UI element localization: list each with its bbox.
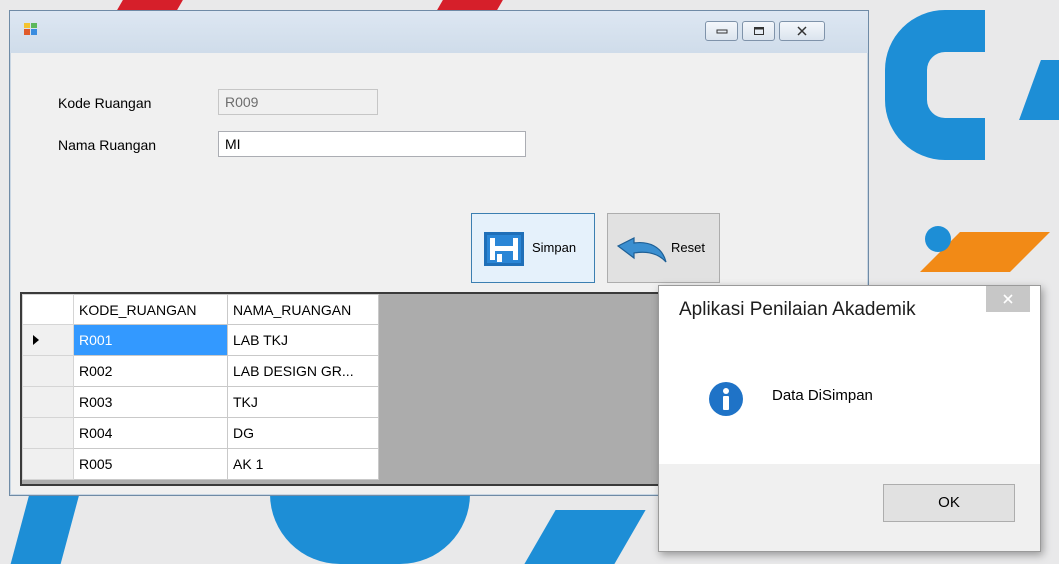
simpan-label: Simpan — [532, 240, 577, 255]
dialog-body: Data DiSimpan — [659, 330, 1040, 464]
row-header[interactable] — [22, 324, 74, 356]
cell-kode[interactable]: R005 — [73, 448, 228, 480]
cell-kode[interactable]: R004 — [73, 417, 228, 449]
undo-arrow-icon — [616, 237, 667, 263]
reset-label: Reset — [671, 240, 705, 255]
nama-ruangan-label: Nama Ruangan — [58, 137, 157, 153]
kode-ruangan-label: Kode Ruangan — [58, 95, 152, 111]
column-header-nama[interactable]: NAMA_RUANGAN — [227, 294, 379, 325]
background-blue-dot — [925, 226, 951, 252]
table-row[interactable]: R001 LAB TKJ — [22, 324, 379, 356]
ruangan-data-grid[interactable]: KODE_RUANGAN NAMA_RUANGAN R001 LAB TKJ R… — [20, 292, 688, 486]
grid-corner-header — [22, 294, 74, 325]
background-red-shape — [437, 0, 503, 10]
maximize-button[interactable] — [742, 21, 775, 41]
simpan-button[interactable]: Simpan — [471, 213, 595, 283]
nama-ruangan-field[interactable]: MI — [218, 131, 526, 157]
cell-kode[interactable]: R003 — [73, 386, 228, 418]
column-header-kode[interactable]: KODE_RUANGAN — [73, 294, 228, 325]
grid-header-row: KODE_RUANGAN NAMA_RUANGAN — [22, 294, 379, 325]
cell-nama[interactable]: AK 1 — [227, 448, 379, 480]
background-blue-arc — [885, 10, 985, 160]
message-dialog: Aplikasi Penilaian Akademik Data DiSimpa… — [658, 285, 1041, 552]
current-row-arrow-icon — [33, 335, 39, 345]
cell-nama[interactable]: LAB DESIGN GR... — [227, 355, 379, 387]
kode-ruangan-field[interactable]: R009 — [218, 89, 378, 115]
row-header[interactable] — [22, 355, 74, 387]
background-red-shape — [117, 0, 183, 10]
app-icon — [24, 23, 37, 35]
background-blue-shape — [270, 494, 470, 564]
row-header[interactable] — [22, 386, 74, 418]
background-blue-shape — [10, 494, 80, 564]
row-header[interactable] — [22, 448, 74, 480]
reset-button[interactable]: Reset — [607, 213, 720, 283]
window-titlebar[interactable] — [10, 11, 868, 53]
cell-kode[interactable]: R001 — [73, 324, 228, 356]
info-icon — [709, 382, 743, 416]
dialog-message: Data DiSimpan — [772, 387, 873, 404]
close-button[interactable] — [779, 21, 825, 41]
dialog-titlebar[interactable]: Aplikasi Penilaian Akademik — [659, 286, 1040, 330]
background-blue-shape — [1019, 60, 1059, 120]
minimize-button[interactable] — [705, 21, 738, 41]
table-row[interactable]: R004 DG — [22, 417, 379, 449]
cell-nama[interactable]: TKJ — [227, 386, 379, 418]
table-row[interactable]: R002 LAB DESIGN GR... — [22, 355, 379, 387]
minimize-icon — [716, 29, 727, 34]
dialog-footer: OK — [659, 464, 1040, 551]
ok-button[interactable]: OK — [883, 484, 1015, 522]
close-icon — [797, 26, 807, 36]
cell-nama[interactable]: LAB TKJ — [227, 324, 379, 356]
dialog-title: Aplikasi Penilaian Akademik — [679, 299, 916, 320]
row-header[interactable] — [22, 417, 74, 449]
save-icon — [484, 232, 524, 266]
cell-kode[interactable]: R002 — [73, 355, 228, 387]
table-row[interactable]: R005 AK 1 — [22, 448, 379, 480]
cell-nama[interactable]: DG — [227, 417, 379, 449]
close-icon — [1003, 294, 1013, 304]
table-row[interactable]: R003 TKJ — [22, 386, 379, 418]
dialog-close-button[interactable] — [986, 286, 1030, 312]
maximize-icon — [753, 27, 764, 35]
background-blue-shape — [524, 510, 646, 564]
